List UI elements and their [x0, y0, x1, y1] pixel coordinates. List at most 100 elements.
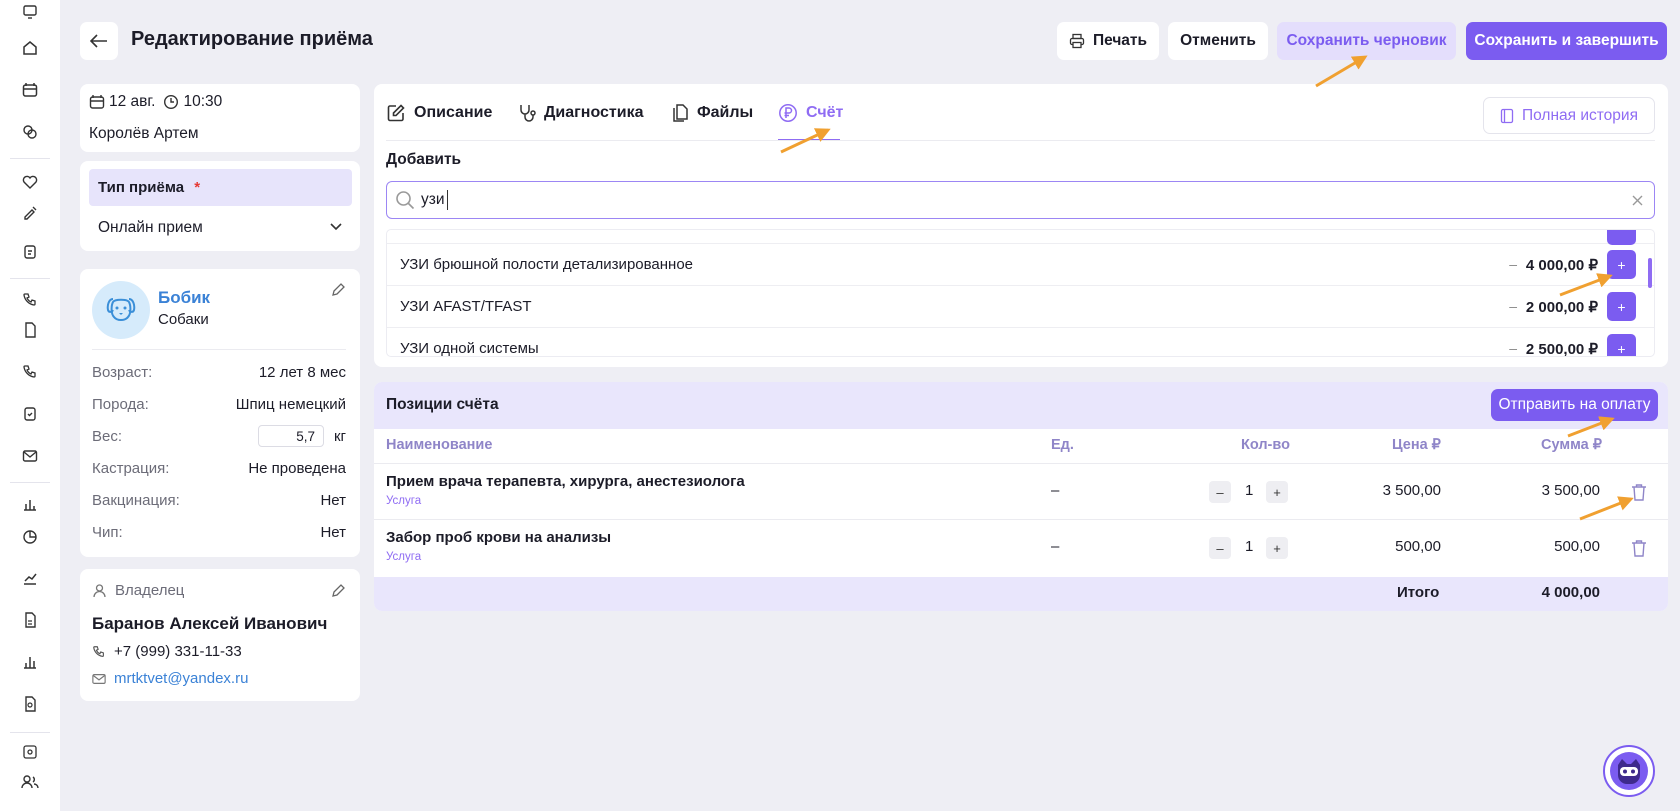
- monitor-icon[interactable]: [18, 0, 42, 24]
- phone-icon: [93, 645, 104, 657]
- save-draft-button[interactable]: Сохранить черновик: [1277, 22, 1456, 60]
- invoice-title: Позиции счёта: [386, 396, 499, 413]
- clear-icon[interactable]: [1632, 195, 1643, 206]
- col-header-price: Цена ₽: [1392, 437, 1441, 453]
- user-icon: [93, 584, 106, 598]
- search-value: узи: [421, 191, 445, 208]
- pencil-icon[interactable]: [331, 282, 346, 297]
- visit-type-card: Тип приёма * Онлайн прием: [80, 161, 360, 251]
- calendar-icon[interactable]: [18, 78, 42, 102]
- pet-row-breed: Порода: Шпиц немецкий: [92, 396, 346, 413]
- qty-increase-button[interactable]: +: [1266, 481, 1288, 503]
- trash-icon[interactable]: [1631, 483, 1647, 501]
- trash-icon[interactable]: [1631, 539, 1647, 557]
- list-item[interactable]: УЗИ AFAST/TFAST – 2 000,00 ₽ +: [387, 286, 1654, 328]
- invoice-card: [374, 382, 1668, 611]
- pet-row-age: Возраст: 12 лет 8 мес: [92, 364, 346, 381]
- total-value: 4 000,00: [1541, 584, 1600, 601]
- tab-description[interactable]: Описание: [386, 103, 492, 123]
- pet-card: Бобик Собаки Возраст: 12 лет 8 мес Пород…: [80, 269, 360, 557]
- dog-icon: [106, 298, 136, 321]
- service-search-input[interactable]: узи: [386, 181, 1655, 219]
- print-button[interactable]: Печать: [1057, 22, 1159, 60]
- clock-icon: [164, 94, 179, 110]
- side-nav: [0, 0, 60, 811]
- add-service-button[interactable]: +: [1607, 250, 1636, 279]
- tab-diagnostics[interactable]: Диагностика: [518, 103, 644, 123]
- phone-icon[interactable]: [18, 288, 42, 312]
- pet-name[interactable]: Бобик: [158, 288, 210, 308]
- save-finish-button[interactable]: Сохранить и завершить: [1466, 22, 1667, 60]
- col-header-qty: Кол-во: [1241, 437, 1290, 453]
- tasks-icon[interactable]: [18, 402, 42, 426]
- add-service-button[interactable]: +: [1607, 292, 1636, 321]
- qty-increase-button[interactable]: +: [1266, 537, 1288, 559]
- add-label: Добавить: [386, 151, 462, 168]
- arrow-left-icon: [90, 34, 107, 48]
- col-header-unit: Ед.: [1051, 437, 1074, 453]
- text-cursor: [447, 190, 448, 210]
- scrollbar-thumb[interactable]: [1648, 258, 1652, 288]
- list-item[interactable]: УЗИ одной системы – 2 500,00 ₽ +: [387, 328, 1654, 356]
- home-icon[interactable]: [18, 36, 42, 60]
- settings-icon[interactable]: [18, 740, 42, 764]
- pet-species: Собаки: [158, 311, 209, 328]
- total-label: Итого: [1397, 584, 1440, 601]
- users-icon[interactable]: [18, 770, 42, 794]
- add-service-button[interactable]: [1607, 230, 1636, 245]
- send-to-payment-button[interactable]: Отправить на оплату: [1491, 389, 1658, 421]
- cat-bot-icon: [1610, 752, 1648, 790]
- weight-input[interactable]: 5,7: [258, 425, 324, 447]
- book-icon: [1500, 108, 1514, 123]
- calendar-icon: [89, 95, 105, 109]
- syringe-icon[interactable]: [18, 200, 42, 224]
- doctor-name: Королёв Артем: [89, 125, 199, 142]
- full-history-button[interactable]: Полная история: [1483, 97, 1655, 134]
- owner-phone[interactable]: +7 (999) 331-11-33: [114, 643, 242, 660]
- visit-time: 10:30: [183, 93, 223, 110]
- qty-decrease-button[interactable]: –: [1209, 481, 1231, 503]
- pet-avatar: [92, 281, 150, 339]
- pet-row-weight: Вес: 5,7 кг: [92, 425, 346, 460]
- page-title: Редактирование приёма: [131, 28, 373, 50]
- pets-icon[interactable]: [18, 120, 42, 144]
- col-header-name: Наименование: [386, 437, 493, 453]
- pie-chart-icon[interactable]: [18, 525, 42, 549]
- ruble-icon: [779, 104, 797, 122]
- visit-type-value: Онлайн прием: [98, 219, 203, 236]
- owner-name: Баранов Алексей Иванович: [92, 614, 328, 633]
- heart-icon[interactable]: [18, 170, 42, 194]
- qty-value[interactable]: 1: [1245, 538, 1253, 555]
- stats-icon[interactable]: [18, 650, 42, 674]
- pet-row-castration: Кастрация: Не проведена: [92, 460, 346, 477]
- stethoscope-icon: [520, 105, 536, 122]
- required-mark: *: [194, 179, 201, 196]
- visit-type-select[interactable]: Онлайн прием: [89, 213, 352, 243]
- tab-files[interactable]: Файлы: [671, 103, 753, 123]
- tab-invoice[interactable]: Счёт: [778, 103, 843, 123]
- file-search-icon[interactable]: [18, 692, 42, 716]
- qty-decrease-button[interactable]: –: [1209, 537, 1231, 559]
- report-icon[interactable]: [18, 608, 42, 632]
- list-item[interactable]: УЗИ брюшной полости детализированное – 4…: [387, 244, 1654, 286]
- printer-icon: [1069, 33, 1085, 49]
- line-chart-icon[interactable]: [18, 566, 42, 590]
- bar-chart-icon[interactable]: [18, 492, 42, 516]
- call-icon[interactable]: [18, 360, 42, 384]
- add-service-button[interactable]: +: [1607, 334, 1636, 356]
- chat-assistant-button[interactable]: [1603, 745, 1655, 797]
- chevron-down-icon: [330, 223, 342, 231]
- cancel-button[interactable]: Отменить: [1168, 22, 1268, 60]
- owner-email[interactable]: mrtktvet@yandex.ru: [114, 670, 248, 687]
- document-icon[interactable]: [18, 318, 42, 342]
- qty-value[interactable]: 1: [1245, 482, 1253, 499]
- visit-card: 12 авг. 10:30 Королёв Артем: [80, 84, 360, 152]
- mail-icon[interactable]: [18, 444, 42, 468]
- files-icon: [673, 104, 688, 122]
- back-button[interactable]: [80, 22, 118, 60]
- clipboard-icon[interactable]: [18, 240, 42, 264]
- owner-section-label: Владелец: [115, 582, 185, 599]
- search-results-list: УЗИ брюшной полости детализированное – 4…: [386, 229, 1655, 357]
- pet-row-chip: Чип: Нет: [92, 524, 346, 541]
- pencil-icon[interactable]: [331, 583, 346, 598]
